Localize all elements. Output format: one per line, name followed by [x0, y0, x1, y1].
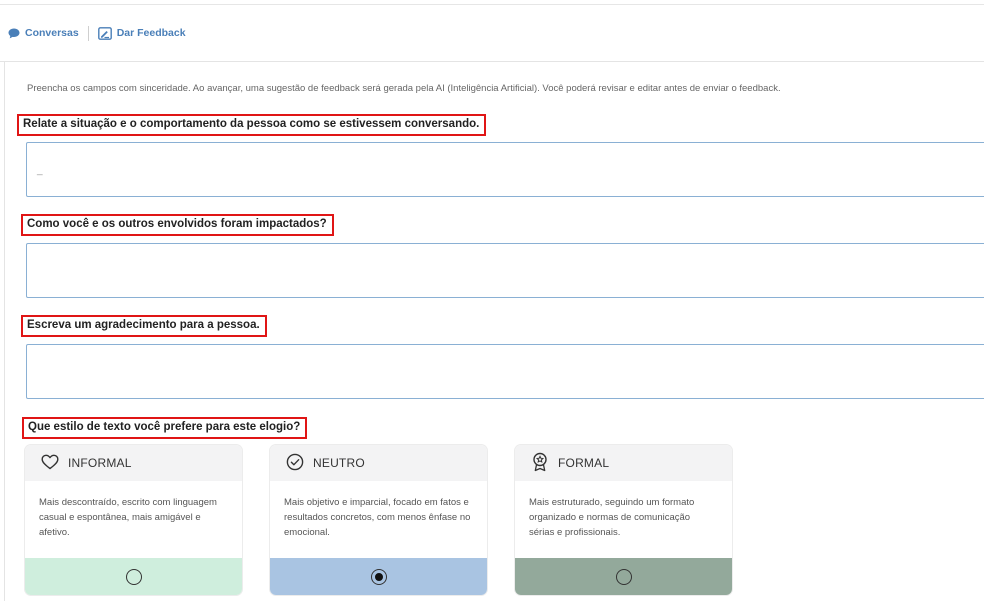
- question-thanks-label: Escreva um agradecimento para a pessoa.: [21, 315, 267, 337]
- style-radio-formal[interactable]: [615, 568, 632, 585]
- text-cursor-icon: _: [37, 165, 43, 176]
- breadcrumb-feedback[interactable]: Dar Feedback: [97, 26, 186, 40]
- style-radio-informal[interactable]: [125, 568, 142, 585]
- style-radio-neutro[interactable]: [370, 568, 387, 585]
- impact-textarea[interactable]: [26, 243, 984, 298]
- feedback-edit-icon: [97, 26, 112, 40]
- style-card-header: INFORMAL: [25, 445, 242, 481]
- style-card-footer: [270, 558, 487, 595]
- question-impact-label: Como você e os outros envolvidos foram i…: [21, 214, 334, 236]
- question-style-label: Que estilo de texto você prefere para es…: [22, 417, 308, 439]
- award-icon: [531, 452, 549, 475]
- breadcrumb-conversas[interactable]: Conversas: [8, 27, 79, 39]
- style-card-footer: [25, 558, 242, 595]
- style-description: Mais objetivo e imparcial, focado em fat…: [284, 497, 471, 538]
- thanks-textarea[interactable]: [26, 344, 984, 399]
- style-title: FORMAL: [558, 456, 610, 470]
- breadcrumb: Conversas Dar Feedback: [8, 25, 186, 41]
- top-divider: [0, 4, 984, 5]
- breadcrumb-feedback-label: Dar Feedback: [116, 27, 186, 39]
- style-card-informal[interactable]: INFORMAL Mais descontraído, escrito com …: [25, 445, 242, 595]
- style-card-neutro[interactable]: NEUTRO Mais objetivo e imparcial, focado…: [270, 445, 487, 595]
- style-title: NEUTRO: [313, 456, 365, 470]
- situation-textarea[interactable]: _: [26, 142, 984, 197]
- style-card-footer: [515, 558, 732, 595]
- style-card-header: NEUTRO: [270, 445, 487, 481]
- chat-bubble-icon: [8, 28, 20, 39]
- style-description: Mais estruturado, seguindo um formato or…: [529, 497, 695, 538]
- heart-icon: [41, 454, 59, 473]
- style-title: INFORMAL: [68, 456, 132, 470]
- breadcrumb-conversas-label: Conversas: [25, 27, 79, 39]
- radio-selected-dot: [374, 572, 383, 581]
- question-situation-label: Relate a situação e o comportamento da p…: [17, 114, 487, 136]
- form-instructions: Preencha os campos com sinceridade. Ao a…: [27, 83, 781, 94]
- style-card-header: FORMAL: [515, 445, 732, 481]
- style-card-formal[interactable]: FORMAL Mais estruturado, seguindo um for…: [515, 445, 732, 595]
- style-description: Mais descontraído, escrito com linguagem…: [39, 497, 217, 538]
- breadcrumb-separator: [87, 25, 89, 41]
- check-circle-icon: [286, 453, 304, 474]
